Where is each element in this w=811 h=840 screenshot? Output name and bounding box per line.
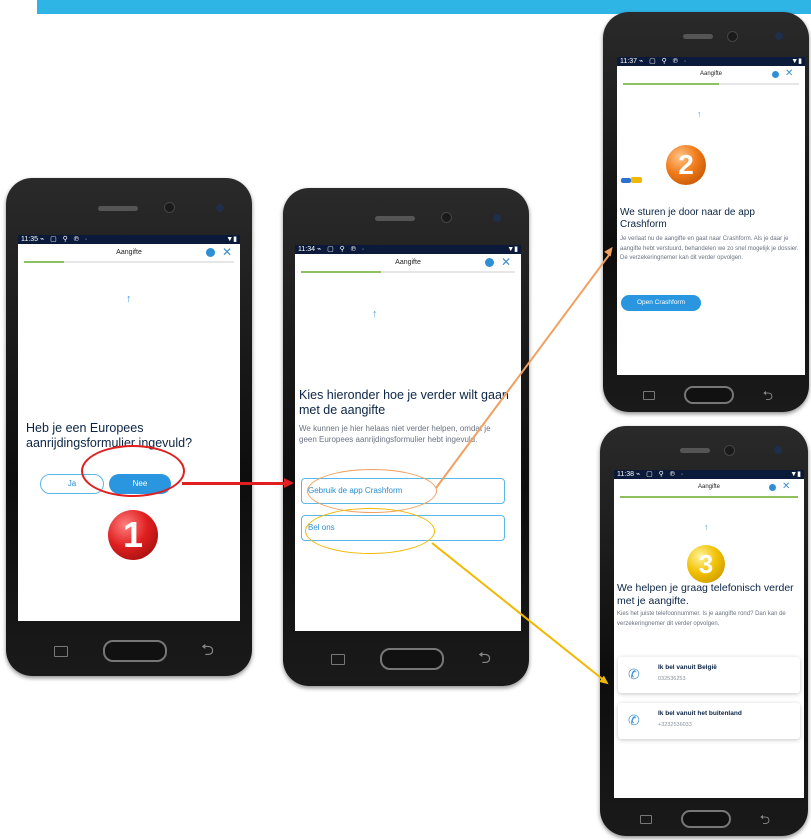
sensor (774, 446, 782, 454)
choice-title: Kies hieronder hoe je verder wilt gaan m… (299, 388, 509, 417)
back-icon[interactable]: ⮌ (478, 651, 491, 667)
back-icon[interactable]: ⮌ (760, 813, 770, 826)
call-abroad-card[interactable]: ✆ Ik bel vanuit het buitenland +32325360… (618, 703, 800, 739)
phone-3: 11:37 ⌁ ▢ ⚲ ℗ · ▼▮ Aangifte ✕ ↑ We sture… (603, 12, 809, 412)
android-navbar: ⮌ (643, 386, 773, 404)
recent-apps-icon[interactable] (643, 390, 655, 400)
car-crash-icon (621, 175, 643, 185)
open-crashform-button[interactable]: Open Crashform (621, 295, 701, 311)
sensor (775, 32, 783, 40)
front-camera (164, 202, 175, 213)
sensor (216, 204, 224, 212)
phone-help-body: Kies het juiste telefoonnummer. Is je aa… (617, 611, 786, 627)
highlight-ellipse-crashform (307, 469, 437, 513)
back-icon[interactable]: ⮌ (763, 389, 773, 402)
back-icon[interactable]: ⮌ (201, 643, 214, 659)
header: Aangifte ✕ (617, 66, 805, 83)
status-bar: 11:38 ⌁ ▢ ⚲ ℗ · ▼▮ (614, 470, 804, 479)
status-icons: ⌁ ▢ ⚲ ℗ · (638, 58, 689, 65)
recent-apps-icon[interactable] (331, 653, 345, 665)
phone-globe-icon: ✆ (628, 712, 640, 728)
call-abroad-number: +3232536033 (658, 722, 692, 728)
header: Aangifte ✕ (614, 479, 804, 496)
battery-icon: ▼▮ (790, 471, 801, 478)
highlight-ellipse-no (81, 445, 185, 497)
phone-icon: ✆ (628, 666, 640, 682)
recent-apps-icon[interactable] (640, 814, 652, 824)
chat-icon[interactable] (769, 484, 776, 491)
phone-2: 11:34 ⌁ ▢ ⚲ ℗ · ▼▮ Aangifte ✕ ↑ Kies hie… (283, 188, 529, 686)
phone-2-screen: 11:34 ⌁ ▢ ⚲ ℗ · ▼▮ Aangifte ✕ ↑ Kies hie… (295, 245, 521, 631)
header: Aangifte ✕ (18, 244, 240, 261)
phone-1: 11:35 ⌁ ▢ ⚲ ℗ · ▼▮ Aangifte ✕ ↑ Heb je e… (6, 178, 252, 676)
highlight-ellipse-call (305, 508, 435, 554)
redirect-body: Je verlaat nu de aangifte en gaat naar C… (620, 236, 799, 261)
phone-1-screen: 11:35 ⌁ ▢ ⚲ ℗ · ▼▮ Aangifte ✕ ↑ Heb je e… (18, 235, 240, 621)
header-title: Aangifte (697, 484, 721, 490)
battery-icon: ▼▮ (507, 246, 518, 253)
redirect-title: We sturen je door naar de app Crashform (620, 207, 755, 230)
annotation-arrow-red (182, 482, 286, 485)
progress-fill (620, 496, 798, 498)
battery-icon: ▼▮ (791, 58, 802, 65)
chat-icon[interactable] (485, 258, 494, 267)
status-icons: ⌁ ▢ ⚲ ℗ · (316, 246, 367, 253)
status-bar: 11:37 ⌁ ▢ ⚲ ℗ · ▼▮ (617, 57, 805, 66)
close-icon[interactable]: ✕ (785, 66, 793, 82)
chat-icon[interactable] (772, 71, 779, 78)
phone-help-title: We helpen je graag telefonisch verder me… (617, 582, 794, 607)
step-badge-1: 1 (108, 510, 158, 560)
back-up-arrow-icon[interactable]: ↑ (704, 522, 709, 532)
front-camera (441, 212, 452, 223)
battery-icon: ▼▮ (226, 236, 237, 243)
home-button[interactable] (680, 810, 731, 828)
back-up-arrow-icon[interactable]: ↑ (697, 109, 702, 119)
recent-apps-icon[interactable] (54, 645, 68, 657)
home-button[interactable] (102, 640, 167, 662)
android-navbar: ⮌ (331, 648, 491, 670)
call-abroad-label: Ik bel vanuit het buitenland (658, 710, 742, 717)
back-up-arrow-icon[interactable]: ↑ (372, 308, 378, 320)
front-camera (727, 31, 738, 42)
progress-fill (623, 83, 719, 85)
close-icon[interactable]: ✕ (501, 254, 511, 270)
speaker-grille (98, 206, 138, 211)
progress-fill (24, 261, 64, 263)
speaker-grille (683, 34, 713, 39)
progress-fill (301, 271, 381, 273)
step-badge-3: 3 (687, 545, 725, 583)
status-icons: ⌁ ▢ ⚲ ℗ · (635, 471, 686, 478)
close-icon[interactable]: ✕ (782, 479, 790, 495)
speaker-grille (680, 448, 710, 453)
progress-bar (24, 261, 234, 263)
progress-bar (301, 271, 515, 273)
back-up-arrow-icon[interactable]: ↑ (126, 293, 132, 305)
header: Aangifte ✕ (295, 254, 521, 271)
phone-4-screen: 11:38 ⌁ ▢ ⚲ ℗ · ▼▮ Aangifte ✕ ↑ We helpe… (614, 470, 804, 798)
phone-4: 11:38 ⌁ ▢ ⚲ ℗ · ▼▮ Aangifte ✕ ↑ We helpe… (600, 426, 808, 836)
front-camera (724, 445, 735, 456)
progress-bar (620, 496, 798, 498)
call-belgium-label: Ik bel vanuit België (658, 664, 717, 671)
header-title: Aangifte (699, 71, 723, 77)
step-badge-2: 2 (666, 145, 706, 185)
status-icons: ⌁ ▢ ⚲ ℗ · (39, 236, 90, 243)
speaker-grille (375, 216, 415, 221)
call-belgium-card[interactable]: ✆ Ik bel vanuit België 032536253 (618, 657, 800, 693)
home-button[interactable] (683, 386, 734, 404)
chat-icon[interactable] (206, 248, 215, 257)
phone-3-screen: 11:37 ⌁ ▢ ⚲ ℗ · ▼▮ Aangifte ✕ ↑ We sture… (617, 57, 805, 375)
android-navbar: ⮌ (54, 640, 214, 662)
sensor (493, 214, 501, 222)
status-bar: 11:34 ⌁ ▢ ⚲ ℗ · ▼▮ (295, 245, 521, 254)
close-icon[interactable]: ✕ (222, 244, 232, 260)
header-title: Aangifte (395, 259, 421, 266)
progress-bar (623, 83, 799, 85)
home-button[interactable] (379, 648, 444, 670)
arrowhead-red-icon (284, 478, 294, 488)
android-navbar: ⮌ (640, 810, 770, 828)
call-belgium-number: 032536253 (658, 676, 686, 682)
status-bar: 11:35 ⌁ ▢ ⚲ ℗ · ▼▮ (18, 235, 240, 244)
header-title: Aangifte (116, 249, 142, 256)
